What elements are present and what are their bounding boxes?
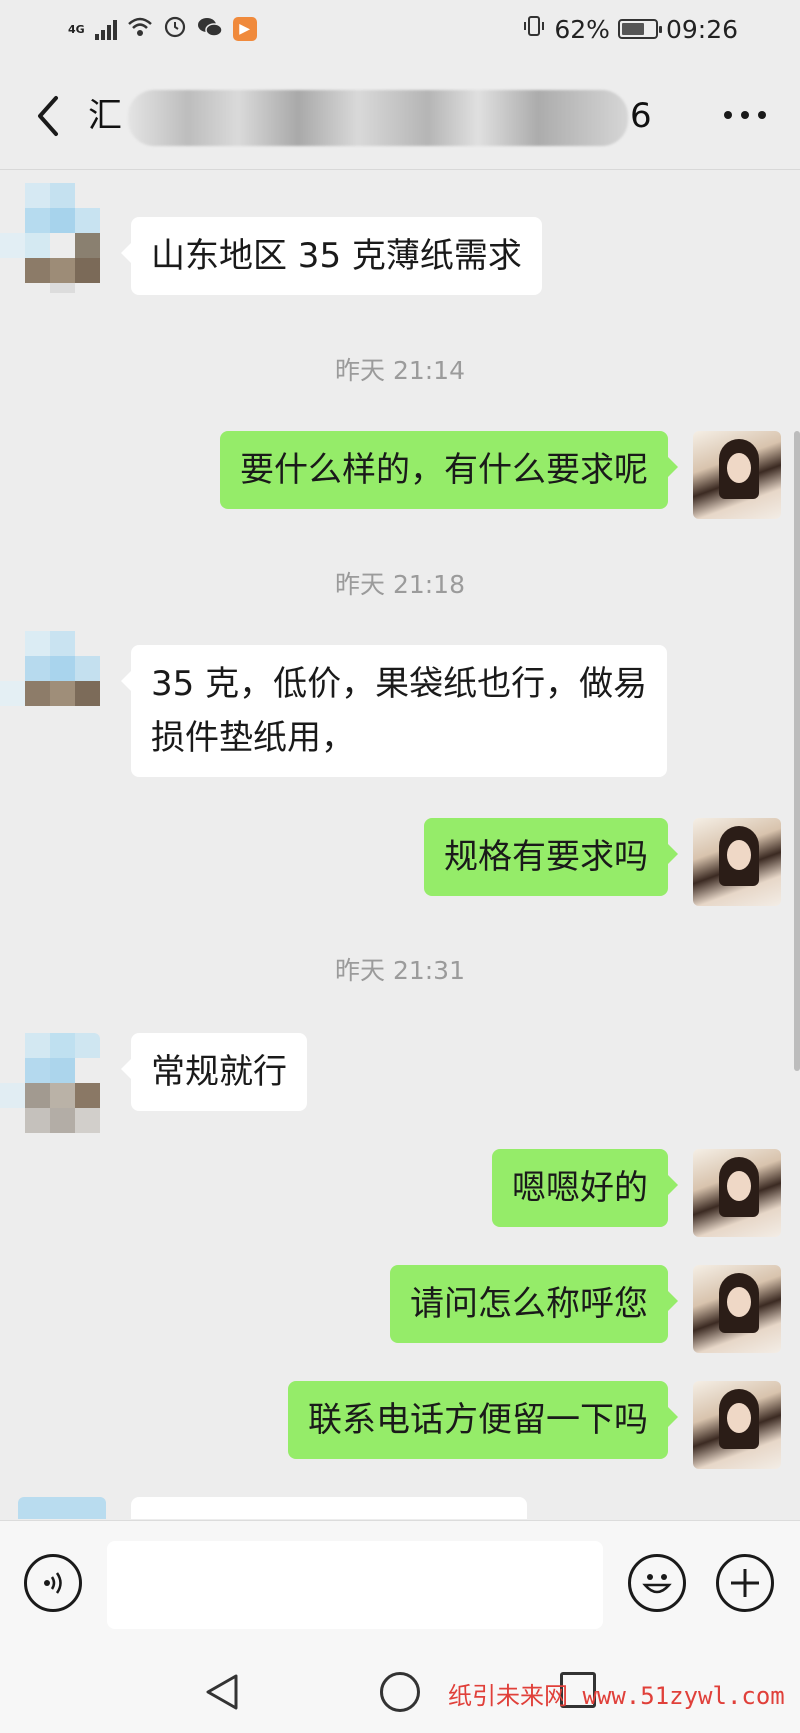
emoji-button[interactable] xyxy=(628,1554,686,1612)
nav-home-icon[interactable] xyxy=(380,1672,420,1712)
voice-button[interactable] xyxy=(24,1554,82,1612)
battery-icon xyxy=(617,19,662,39)
chat-header: 汇 6 xyxy=(0,62,800,170)
message-input[interactable] xyxy=(107,1541,603,1629)
chat-area[interactable]: 山东地区 35 克薄纸需求 昨天 21:14 要什么样的，有什么要求呢 昨天 2… xyxy=(0,171,800,1519)
nav-back-button[interactable] xyxy=(204,1672,240,1716)
chat-title: 汇 6 xyxy=(88,86,652,146)
message-bubble-out[interactable]: 联系电话方便留一下吗 xyxy=(288,1381,678,1459)
my-avatar[interactable] xyxy=(693,1149,781,1237)
message-bubble-in[interactable]: 常规就行 xyxy=(121,1033,307,1111)
message-line: 损件垫纸用， xyxy=(151,718,355,758)
message-bubble-out[interactable]: 嗯嗯好的 xyxy=(492,1149,678,1227)
more-button[interactable] xyxy=(720,100,770,130)
my-avatar[interactable] xyxy=(693,1265,781,1353)
message-bubble-in[interactable] xyxy=(131,1497,527,1519)
plus-button[interactable] xyxy=(716,1554,774,1612)
chat-title-end: 6 xyxy=(630,96,652,136)
wifi-icon xyxy=(127,15,153,44)
vibrate-icon xyxy=(522,14,546,44)
chat-title-start: 汇 xyxy=(88,96,122,136)
message-bubble-out[interactable]: 规格有要求吗 xyxy=(424,818,678,896)
plus-icon xyxy=(731,1569,759,1597)
network-type: 4G xyxy=(68,22,85,36)
contact-avatar[interactable] xyxy=(0,183,100,293)
message-line: 35 克，低价，果袋纸也行，做易 xyxy=(151,664,648,704)
app-badge-icon: ▶ xyxy=(232,17,257,41)
watermark: 纸引未来网 www.51zywl.com xyxy=(448,1682,785,1710)
contact-avatar[interactable] xyxy=(18,1497,106,1519)
my-avatar[interactable] xyxy=(693,431,781,519)
wechat-icon xyxy=(197,15,223,44)
voice-icon xyxy=(44,1572,62,1594)
contact-avatar[interactable] xyxy=(0,1033,100,1143)
contact-avatar[interactable] xyxy=(0,631,100,741)
message-bubble-out[interactable]: 要什么样的，有什么要求呢 xyxy=(220,431,678,509)
nav-back-icon xyxy=(206,1674,238,1710)
my-avatar[interactable] xyxy=(693,1381,781,1469)
timestamp: 昨天 21:14 xyxy=(335,356,465,385)
my-avatar[interactable] xyxy=(693,818,781,906)
signal-icon xyxy=(94,18,117,40)
timestamp: 昨天 21:18 xyxy=(335,570,465,599)
timestamp: 昨天 21:31 xyxy=(335,956,465,985)
redacted-title-blur xyxy=(128,90,628,146)
status-time: 09:26 xyxy=(665,14,738,44)
system-nav-bar: 纸引未来网 www.51zywl.com xyxy=(0,1650,800,1733)
more-dots-icon xyxy=(724,111,732,119)
input-bar xyxy=(0,1520,800,1650)
chevron-left-icon xyxy=(38,96,58,136)
emoji-icon xyxy=(642,1574,672,1594)
back-button[interactable] xyxy=(30,92,70,140)
message-bubble-out[interactable]: 请问怎么称呼您 xyxy=(390,1265,678,1343)
message-bubble-in[interactable]: 35 克，低价，果袋纸也行，做易 损件垫纸用， xyxy=(120,645,668,777)
battery-percent: 62% xyxy=(554,14,610,44)
message-bubble-in[interactable]: 山东地区 35 克薄纸需求 xyxy=(121,217,542,295)
alarm-icon xyxy=(163,14,187,44)
status-bar: 4G ▶ 62% 09:26 xyxy=(0,0,800,62)
